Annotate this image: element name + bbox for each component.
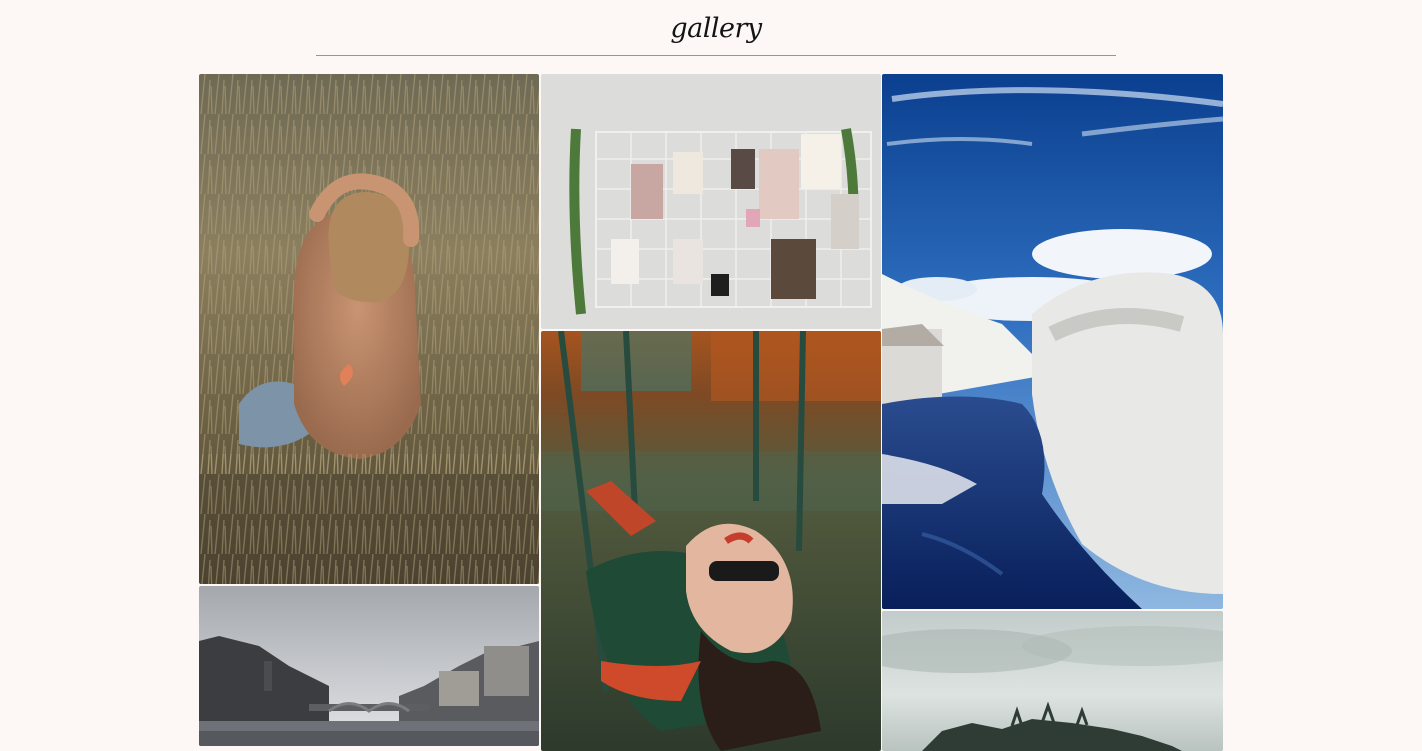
photo-girl-on-swing xyxy=(541,331,881,751)
photo-infrared-river xyxy=(882,74,1223,609)
gallery-photo-city-river[interactable] xyxy=(199,586,539,746)
photo-city-river xyxy=(199,586,539,746)
gallery-photo-infrared-river[interactable] xyxy=(882,74,1223,609)
gallery-photo-mood-board[interactable] xyxy=(541,74,881,329)
gallery-photo-misty-forest[interactable] xyxy=(882,611,1223,751)
gallery-photo-woman-in-field[interactable] xyxy=(199,74,539,584)
photo-misty-forest xyxy=(882,611,1223,751)
gallery-header: gallery xyxy=(316,0,1116,56)
gallery-photo-girl-on-swing[interactable] xyxy=(541,331,881,751)
photo-woman-in-field xyxy=(199,74,539,584)
photo-mood-board xyxy=(541,74,881,329)
page-title: gallery xyxy=(670,13,762,44)
